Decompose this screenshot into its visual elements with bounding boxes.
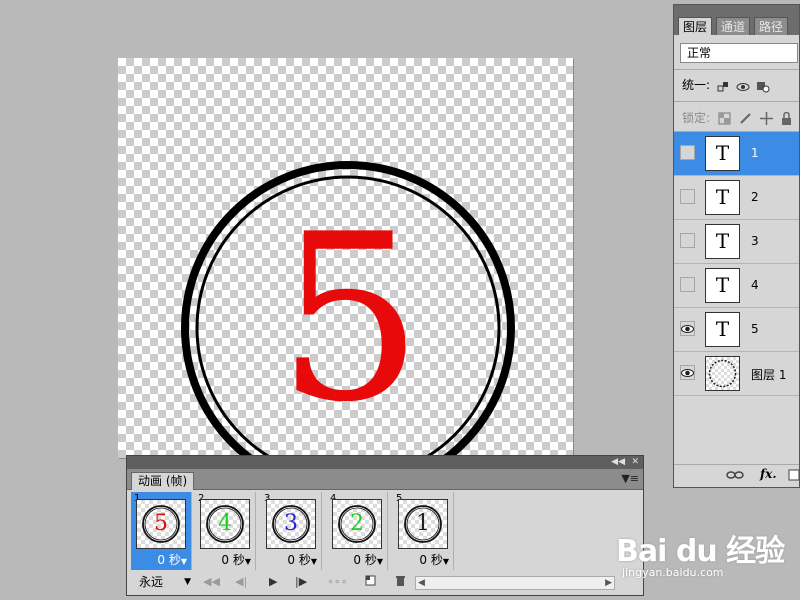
document-canvas[interactable]: 5 [118, 58, 573, 458]
blend-mode-select[interactable]: 正常 [680, 43, 798, 63]
frame-digit: 1 [416, 511, 430, 536]
layer-row-1[interactable]: T 1 [674, 132, 799, 176]
lock-label: 锁定: [682, 111, 711, 125]
next-frame-icon[interactable]: |▶ [295, 575, 307, 588]
frame-3[interactable]: 3 3 0 秒▼ [261, 492, 322, 570]
text-layer-thumbnail: T [705, 180, 740, 215]
fx-icon[interactable]: fx. [760, 467, 777, 481]
new-layer-icon[interactable] [788, 469, 799, 484]
frame-delay[interactable]: 0 秒▼ [287, 554, 317, 568]
frame-delay[interactable]: 0 秒▼ [157, 554, 187, 568]
watermark-url: jingyan.baidu.com [622, 566, 724, 579]
visibility-toggle[interactable] [680, 365, 695, 380]
tab-layers[interactable]: 图层 [678, 17, 713, 35]
frame-strip: 1 5 0 秒▼ 2 4 0 秒▼ 3 3 0 秒▼ 4 [131, 492, 641, 570]
unify-visibility-icon[interactable] [736, 80, 750, 92]
layers-panel-footer: fx. [674, 464, 799, 487]
baidu-jingyan-watermark: Bai du 经验 jingyan.baidu.com [608, 510, 800, 600]
delete-frame-icon[interactable] [395, 575, 406, 590]
animation-panel-titlebar: ◀◀ ✕ [127, 456, 643, 469]
link-icon[interactable] [726, 469, 744, 483]
tween-icon[interactable]: ∘∘∘ [327, 575, 348, 588]
layers-panel: 图层 通道 路径 正常 统一: 锁定: T 1 T 2 T 3 T 4 T 5 … [673, 4, 800, 488]
layer-row-2[interactable]: T 2 [674, 176, 799, 220]
layer-row-4[interactable]: T 4 [674, 264, 799, 308]
watermark-logo: Bai du 经验 [616, 534, 785, 569]
unify-label: 统一: [682, 78, 711, 92]
eye-icon [681, 325, 694, 333]
layers-panel-tabs: 图层 通道 路径 [674, 5, 799, 35]
visibility-toggle[interactable] [680, 277, 695, 292]
animation-controls: 永远 ▼ ◀◀ ◀| ▶ |▶ ∘∘∘ ◀ ▶ [127, 572, 643, 594]
lock-all-icon[interactable] [780, 111, 793, 125]
raster-layer-thumbnail [705, 356, 740, 391]
layer-name: 4 [751, 278, 759, 292]
lock-transparency-icon[interactable] [718, 112, 731, 125]
text-layer-thumbnail: T [705, 224, 740, 259]
layer-row-layer-1[interactable]: 图层 1 [674, 352, 799, 396]
panel-menu-icon[interactable]: ▼≡ [621, 472, 639, 485]
animation-panel: ◀◀ ✕ 动画 (帧) ▼≡ 1 5 0 秒▼ 2 4 0 秒▼ 3 [126, 455, 644, 596]
duplicate-frame-icon[interactable] [365, 575, 376, 589]
unify-row: 统一: [682, 76, 770, 94]
tab-animation-frames[interactable]: 动画 (帧) [131, 472, 195, 490]
text-layer-thumbnail: T [705, 312, 740, 347]
collapse-icon[interactable]: ◀◀ [611, 456, 625, 469]
visibility-toggle[interactable] [680, 321, 695, 336]
frame-2[interactable]: 2 4 0 秒▼ [195, 492, 256, 570]
canvas-artwork: 5 [181, 161, 515, 458]
frame-digit: 3 [284, 511, 298, 536]
unify-position-icon[interactable] [716, 80, 730, 92]
ring-thumbnail-icon [708, 359, 737, 388]
prev-frame-icon[interactable]: ◀| [235, 575, 247, 588]
layer-name: 1 [751, 146, 759, 160]
frame-digit: 5 [154, 511, 168, 536]
text-layer-thumbnail: T [705, 268, 740, 303]
visibility-toggle[interactable] [680, 145, 695, 160]
frame-digit: 2 [350, 511, 364, 536]
lock-pixels-icon[interactable] [739, 112, 752, 125]
layer-name: 2 [751, 190, 759, 204]
loop-options-select[interactable]: 永远 ▼ [131, 574, 193, 591]
layer-name: 图层 1 [751, 368, 787, 382]
frame-1[interactable]: 1 5 0 秒▼ [131, 492, 192, 570]
layer-row-5[interactable]: T 5 [674, 308, 799, 352]
lock-row: 锁定: [682, 109, 793, 127]
frame-thumbnail: 3 [266, 499, 316, 549]
layer-name: 5 [751, 322, 759, 336]
frame-delay[interactable]: 0 秒▼ [353, 554, 383, 568]
canvas-digit: 5 [277, 186, 423, 453]
layer-name: 3 [751, 234, 759, 248]
tab-paths[interactable]: 路径 [754, 17, 789, 35]
frame-delay[interactable]: 0 秒▼ [221, 554, 251, 568]
frame-5[interactable]: 5 1 0 秒▼ [393, 492, 454, 570]
unify-style-icon[interactable] [756, 80, 770, 92]
frame-delay[interactable]: 0 秒▼ [419, 554, 449, 568]
scroll-left-icon[interactable]: ◀ [418, 577, 425, 589]
eye-icon [681, 369, 694, 377]
frame-scrollbar[interactable]: ◀ ▶ [415, 576, 615, 590]
frame-4[interactable]: 4 2 0 秒▼ [327, 492, 388, 570]
frame-thumbnail: 4 [200, 499, 250, 549]
layer-row-3[interactable]: T 3 [674, 220, 799, 264]
frame-digit: 4 [218, 511, 232, 536]
close-icon[interactable]: ✕ [631, 456, 639, 469]
visibility-toggle[interactable] [680, 233, 695, 248]
frame-thumbnail: 1 [398, 499, 448, 549]
animation-panel-tabbar: 动画 (帧) ▼≡ [127, 469, 643, 490]
play-icon[interactable]: ▶ [269, 575, 277, 588]
text-layer-thumbnail: T [705, 136, 740, 171]
loop-option-label: 永远 [139, 575, 164, 589]
first-frame-icon[interactable]: ◀◀ [203, 575, 220, 588]
frame-thumbnail: 2 [332, 499, 382, 549]
chevron-down-icon: ▼ [184, 577, 191, 587]
frame-thumbnail: 5 [136, 499, 186, 549]
tab-channels[interactable]: 通道 [716, 17, 751, 35]
lock-position-icon[interactable] [759, 112, 773, 125]
visibility-toggle[interactable] [680, 189, 695, 204]
